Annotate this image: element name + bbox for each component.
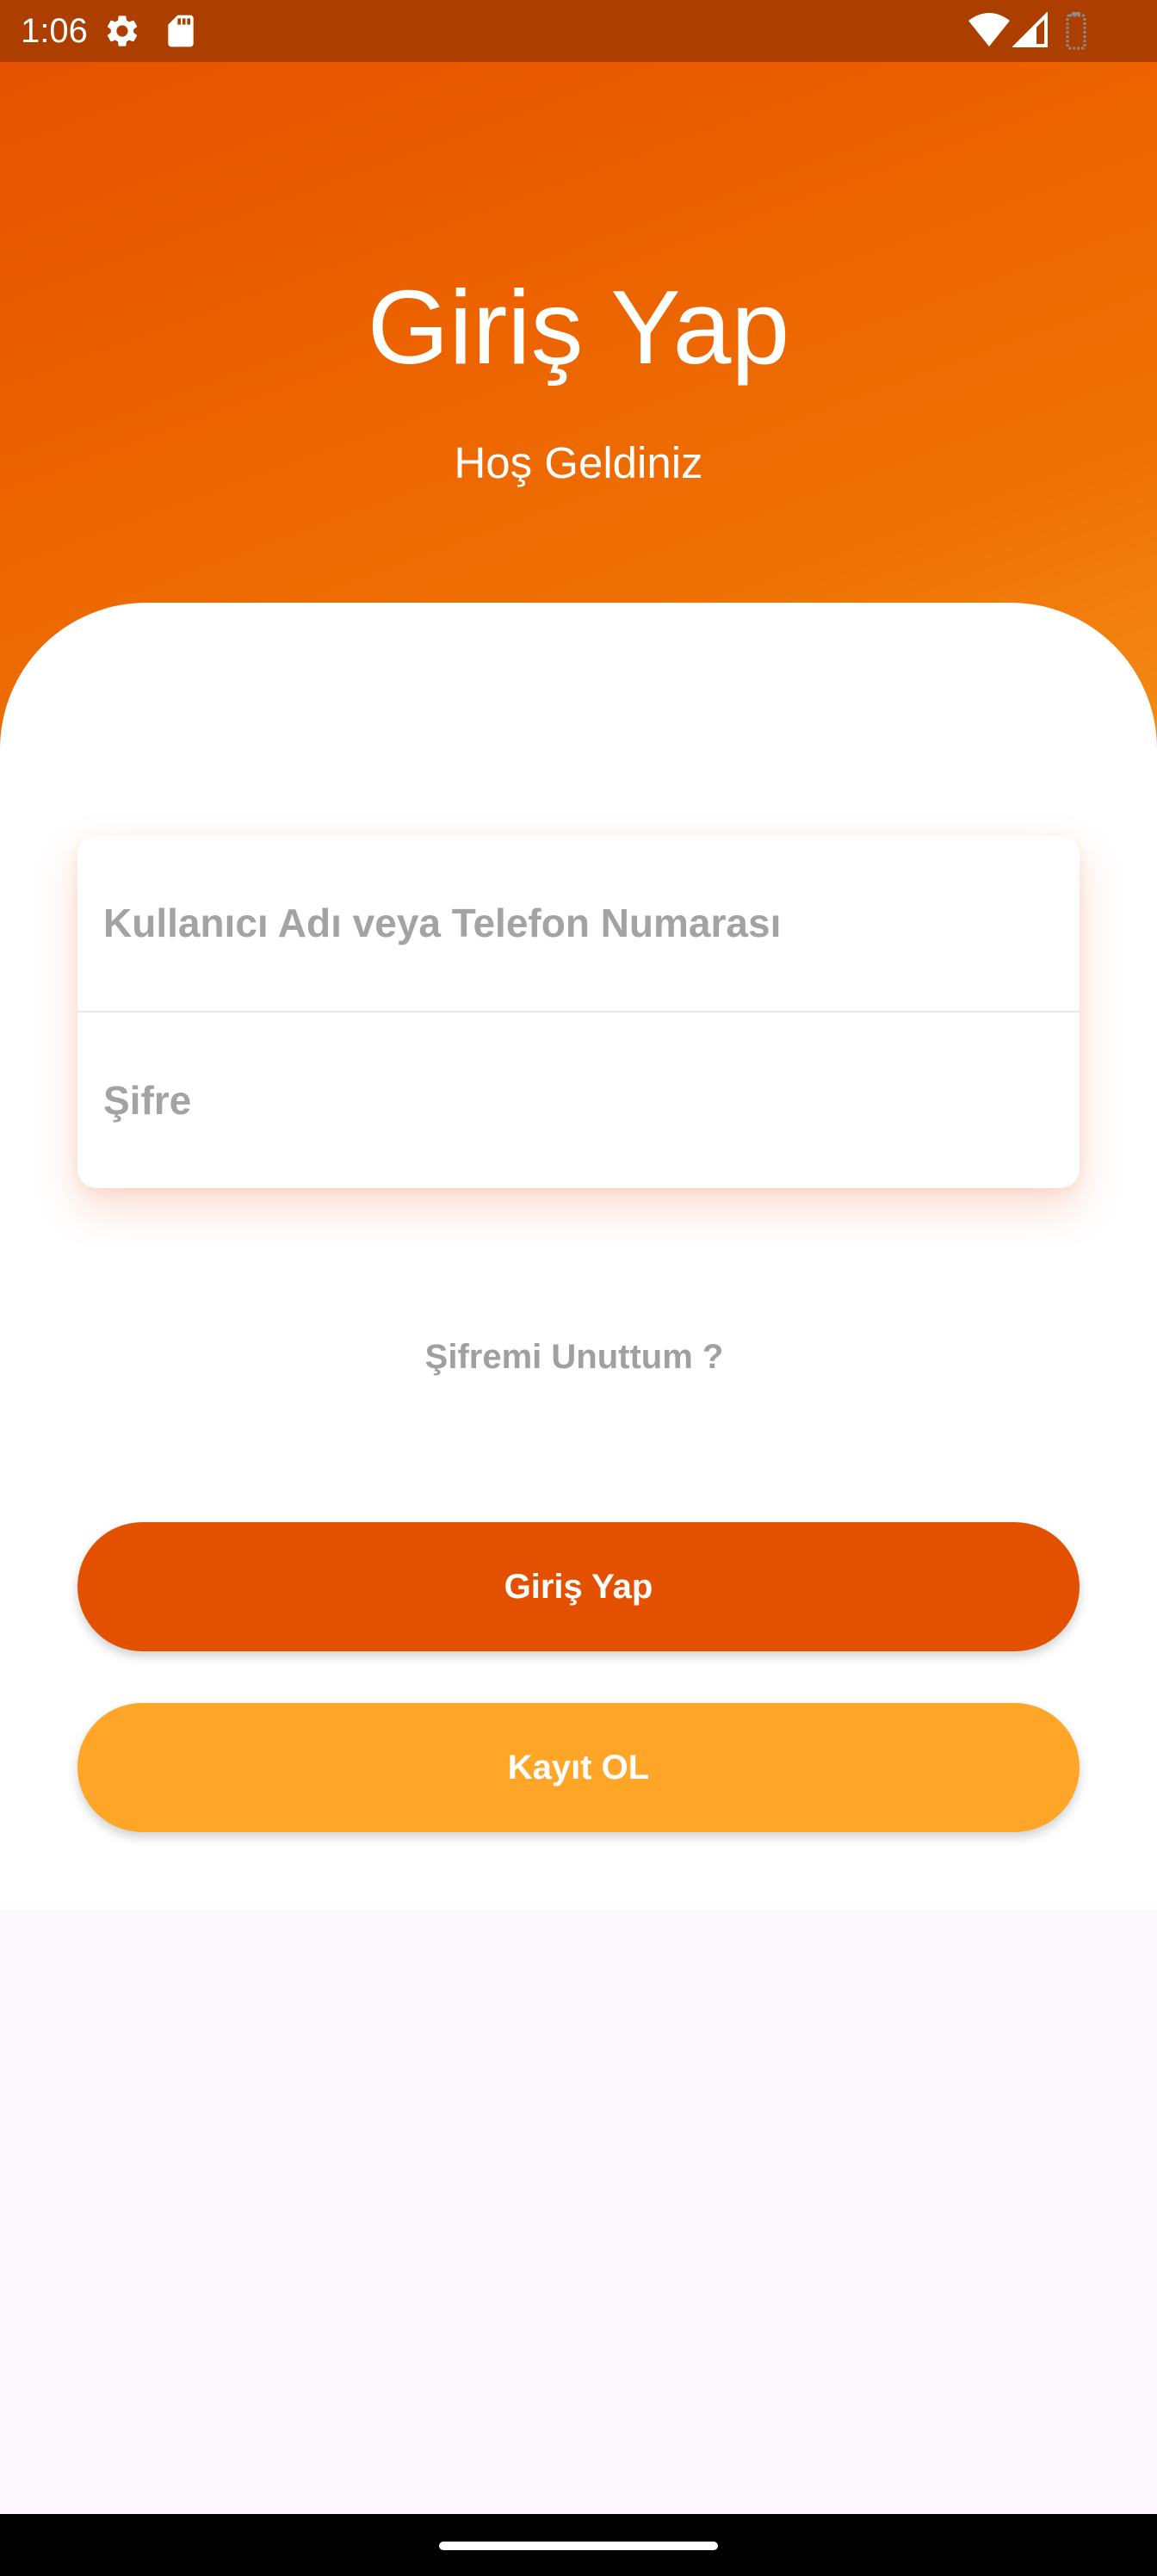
password-input[interactable]: [77, 1012, 1080, 1188]
forgot-password-link[interactable]: Şifremi Unuttum ?: [0, 1333, 1148, 1381]
page-title: Giriş Yap: [367, 269, 790, 386]
battery-icon: [1066, 12, 1086, 54]
home-gesture-handle[interactable]: [439, 2542, 718, 2550]
username-input[interactable]: [77, 835, 1080, 1011]
settings-icon: [103, 12, 141, 54]
signal-icon: [1012, 11, 1049, 53]
navigation-bar: [0, 2514, 1157, 2576]
sd-card-icon: [162, 12, 200, 54]
status-time: 1:06: [21, 12, 88, 50]
login-form-card: [77, 835, 1080, 1188]
status-bar: 1:06: [0, 0, 1157, 62]
wifi-icon: [968, 10, 1011, 53]
page-subtitle: Hoş Geldiniz: [454, 438, 703, 487]
register-button[interactable]: Kayıt OL: [77, 1703, 1080, 1832]
login-button[interactable]: Giriş Yap: [77, 1522, 1080, 1651]
